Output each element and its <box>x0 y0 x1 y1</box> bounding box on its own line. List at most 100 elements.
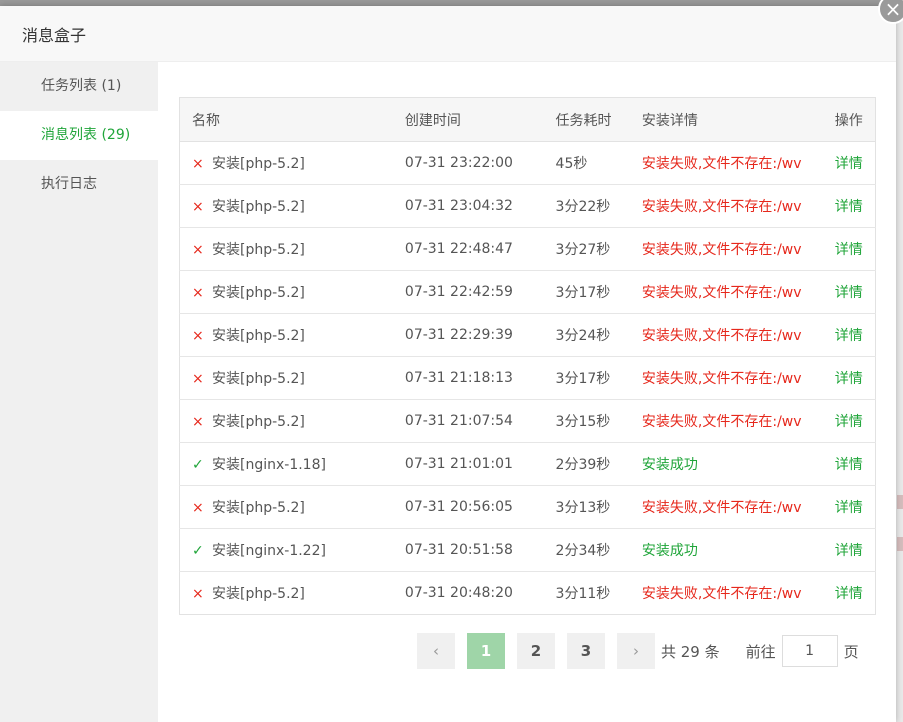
page-suffix: 页 <box>843 642 859 661</box>
pagination: ‹ 1 2 3 › 共 29 条 前往 页 <box>417 633 859 669</box>
sidebar-item-message-list[interactable]: 消息列表 (29) <box>0 111 158 160</box>
row-detail-cell: 安装失败,文件不存在:/wv <box>629 141 823 185</box>
sidebar-item-task-list[interactable]: 任务列表 (1) <box>0 62 158 111</box>
next-page-icon[interactable]: › <box>617 633 655 669</box>
row-created-time: 07-31 23:04:32 <box>392 184 544 228</box>
row-created-time: 07-31 23:22:00 <box>392 141 544 185</box>
row-detail-cell: 安装失败,文件不存在:/wv <box>630 572 823 615</box>
table-row: × 安装[php-5.2] 07-31 22:48:47 3分27秒 安装失败,文件不存… <box>179 227 876 271</box>
detail-link[interactable]: 详情 <box>835 199 863 215</box>
table-row: ✓ 安装[nginx-1.22] 07-31 20:51:58 2分34秒 安装成功 详情 <box>179 528 876 572</box>
row-detail: 安装失败,文件不存在:/wv <box>641 285 802 301</box>
row-detail-cell: 安装失败,文件不存在:/wv <box>629 356 823 400</box>
table-row: × 安装[php-5.2] 07-31 23:22:00 45秒 安装失败,文件不存在:… <box>179 141 876 185</box>
row-detail: 安装失败,文件不存在:/wv <box>641 199 802 215</box>
row-action-cell: 详情 <box>823 572 876 615</box>
detail-link[interactable]: 详情 <box>835 285 863 301</box>
row-detail-cell: 安装失败,文件不存在:/wv <box>629 485 823 529</box>
row-action-cell: 详情 <box>822 141 876 185</box>
row-action-cell: 详情 <box>822 356 876 400</box>
row-created-time: 07-31 22:42:59 <box>392 270 544 314</box>
row-action-cell: 详情 <box>822 184 876 228</box>
row-name: 安装[php-5.2] <box>212 242 305 258</box>
row-detail-cell: 安装失败,文件不存在:/wv <box>629 227 823 271</box>
column-header-created-time: 创建时间 <box>392 97 544 142</box>
goto-label: 前往 <box>745 642 776 661</box>
detail-link[interactable]: 详情 <box>835 500 863 516</box>
row-name: 安装[nginx-1.18] <box>212 457 326 473</box>
detail-link[interactable]: 详情 <box>835 242 863 258</box>
row-duration: 3分27秒 <box>543 227 630 271</box>
row-duration: 3分13秒 <box>543 485 630 529</box>
column-header-name: 名称 <box>179 97 393 142</box>
row-detail: 安装成功 <box>641 457 698 473</box>
table-row: × 安装[php-5.2] 07-31 22:29:39 3分24秒 安装失败,文件不存… <box>179 313 876 357</box>
row-name: 安装[php-5.2] <box>212 199 305 215</box>
row-action-cell: 详情 <box>822 270 876 314</box>
row-action-cell: 详情 <box>822 227 876 271</box>
detail-link[interactable]: 详情 <box>835 586 863 602</box>
row-detail-cell: 安装失败,文件不存在:/wv <box>629 399 823 443</box>
sidebar: 任务列表 (1) 消息列表 (29) 执行日志 <box>0 62 158 722</box>
row-name-cell: × 安装[php-5.2] <box>179 141 393 185</box>
table-row: ✓ 安装[nginx-1.18] 07-31 21:01:01 2分39秒 安装成功 详情 <box>179 442 876 486</box>
goto-page-input[interactable] <box>781 635 838 667</box>
row-name: 安装[nginx-1.22] <box>212 543 326 559</box>
row-action-cell: 详情 <box>822 399 876 443</box>
table-row: × 安装[php-5.2] 07-31 22:42:59 3分17秒 安装失败,文件不存… <box>179 270 876 314</box>
row-duration: 3分22秒 <box>543 184 630 228</box>
detail-link[interactable]: 详情 <box>835 414 863 430</box>
error-x-icon: × <box>192 328 204 344</box>
row-created-time: 07-31 22:48:47 <box>392 227 544 271</box>
detail-link[interactable]: 详情 <box>835 328 863 344</box>
modal-title: 消息盒子 <box>22 25 87 45</box>
row-detail-cell: 安装成功 <box>629 442 823 486</box>
row-name-cell: × 安装[php-5.2] <box>179 270 393 314</box>
error-x-icon: × <box>192 500 204 516</box>
row-name: 安装[php-5.2] <box>212 414 305 430</box>
row-action-cell: 详情 <box>822 528 876 572</box>
prev-page-icon[interactable]: ‹ <box>417 633 455 669</box>
table-header-row: 名称 创建时间 任务耗时 安装详情 操作 <box>179 97 876 142</box>
row-name: 安装[php-5.2] <box>212 156 305 172</box>
row-duration: 2分39秒 <box>543 442 630 486</box>
page-button-2[interactable]: 2 <box>517 633 555 669</box>
message-table: 名称 创建时间 任务耗时 安装详情 操作 × 安装[php-5.2] 07-31 2… <box>179 97 876 615</box>
detail-link[interactable]: 详情 <box>835 156 863 172</box>
row-detail: 安装失败,文件不存在:/wv <box>641 586 802 602</box>
detail-link[interactable]: 详情 <box>835 457 863 473</box>
row-detail: 安装成功 <box>641 543 698 559</box>
table-row: × 安装[php-5.2] 07-31 20:56:05 3分13秒 安装失败,文件不存… <box>179 485 876 529</box>
error-x-icon: × <box>192 156 204 172</box>
page-button-1[interactable]: 1 <box>467 633 505 669</box>
row-name-cell: ✓ 安装[nginx-1.18] <box>179 442 393 486</box>
sidebar-item-execution-log[interactable]: 执行日志 <box>0 160 158 209</box>
table-row: × 安装[php-5.2] 07-31 21:07:54 3分15秒 安装失败,文件不存… <box>179 399 876 443</box>
row-duration: 3分15秒 <box>543 399 630 443</box>
column-header-detail: 安装详情 <box>629 97 823 142</box>
row-duration: 3分17秒 <box>543 270 630 314</box>
error-x-icon: × <box>192 199 204 215</box>
row-duration: 3分11秒 <box>555 586 611 602</box>
row-detail: 安装失败,文件不存在:/wv <box>641 156 802 172</box>
row-name-cell: × 安装[php-5.2] <box>180 572 393 615</box>
error-x-icon: × <box>192 242 204 258</box>
row-detail: 安装失败,文件不存在:/wv <box>641 242 802 258</box>
table-row: × 安装[php-5.2] 07-31 23:04:32 3分22秒 安装失败,文件不存… <box>179 184 876 228</box>
backdrop-edge <box>896 6 903 722</box>
detail-link[interactable]: 详情 <box>835 543 863 559</box>
modal-header: 消息盒子 <box>0 6 896 62</box>
detail-link[interactable]: 详情 <box>835 371 863 387</box>
row-created-time: 07-31 21:07:54 <box>392 399 544 443</box>
page-button-3[interactable]: 3 <box>567 633 605 669</box>
row-detail: 安装失败,文件不存在:/wv <box>641 500 802 516</box>
error-x-icon: × <box>192 414 204 430</box>
row-detail-cell: 安装失败,文件不存在:/wv <box>629 184 823 228</box>
row-created-time: 07-31 22:29:39 <box>392 313 544 357</box>
row-detail: 安装失败,文件不存在:/wv <box>641 371 802 387</box>
row-name-cell: × 安装[php-5.2] <box>179 485 393 529</box>
row-duration: 2分34秒 <box>543 528 630 572</box>
row-name-cell: ✓ 安装[nginx-1.22] <box>179 528 393 572</box>
row-name: 安装[php-5.2] <box>212 586 305 602</box>
row-name-cell: × 安装[php-5.2] <box>179 227 393 271</box>
